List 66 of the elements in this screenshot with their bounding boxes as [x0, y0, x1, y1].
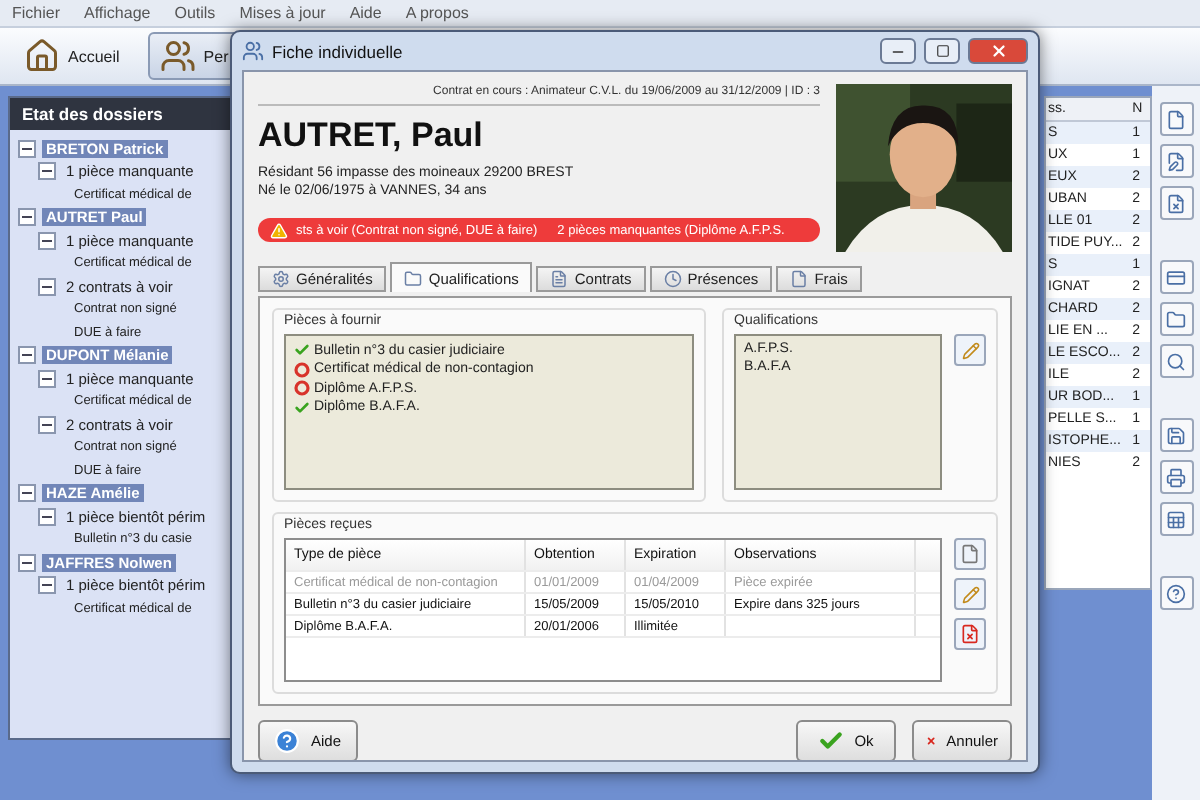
edit-icon — [1166, 151, 1186, 171]
new-button[interactable] — [954, 538, 986, 570]
menu-item[interactable]: A propos — [405, 4, 469, 22]
edit-button[interactable] — [954, 578, 986, 610]
document-icon — [960, 544, 980, 564]
toolbar-button[interactable]: Accueil — [12, 32, 132, 80]
collapse-toggle[interactable] — [18, 553, 36, 571]
minimize-button[interactable] — [880, 38, 916, 64]
window-title: Fiche individuelle — [272, 41, 405, 61]
warning-icon — [270, 221, 288, 239]
help-icon — [274, 728, 301, 754]
clock-icon — [663, 270, 682, 288]
collapse-toggle[interactable] — [18, 484, 36, 502]
tool-button[interactable] — [1159, 260, 1193, 294]
collapse-toggle[interactable] — [18, 346, 36, 364]
check-icon — [818, 728, 845, 754]
tool-button[interactable] — [1159, 186, 1193, 220]
maximize-icon — [935, 44, 949, 58]
delete-icon — [960, 624, 980, 644]
page-icon — [790, 270, 809, 288]
tool-button[interactable] — [1159, 576, 1193, 610]
house-icon — [24, 38, 60, 74]
tool-button[interactable] — [1159, 302, 1193, 336]
collapse-toggle[interactable] — [18, 208, 36, 226]
tool-button[interactable] — [1159, 144, 1193, 178]
tool-button[interactable] — [1159, 344, 1193, 378]
gear-icon — [272, 270, 290, 288]
panel-title: Etat des dossiers — [10, 98, 236, 130]
tool-button[interactable] — [1159, 102, 1193, 136]
menu-item[interactable]: Aide — [349, 4, 382, 22]
collapse-toggle[interactable] — [18, 139, 36, 157]
spreadsheet-icon — [1166, 509, 1186, 529]
pencil-icon — [961, 585, 979, 603]
collapse-toggle[interactable] — [38, 576, 56, 594]
tool-button[interactable] — [1159, 460, 1193, 494]
folder-icon — [1166, 309, 1186, 329]
help-icon — [1166, 583, 1186, 603]
edit-button[interactable] — [954, 334, 986, 366]
card-icon — [1166, 267, 1186, 287]
tool-button[interactable] — [1159, 418, 1193, 452]
collapse-toggle[interactable] — [38, 507, 56, 525]
collapse-toggle[interactable] — [38, 415, 56, 433]
collapse-toggle[interactable] — [38, 277, 56, 295]
close-button[interactable] — [968, 38, 1028, 64]
delete-button[interactable] — [954, 618, 986, 650]
menu-item[interactable]: Affichage — [84, 4, 151, 22]
collapse-toggle[interactable] — [38, 369, 56, 387]
menu-item[interactable]: Outils — [174, 4, 216, 22]
document-icon — [550, 270, 569, 288]
person-name: AUTRET, Paul — [258, 116, 485, 156]
print-icon — [1166, 467, 1186, 487]
folder-icon — [404, 269, 423, 287]
save-icon — [1166, 425, 1186, 445]
delete-icon — [1166, 193, 1186, 213]
collapse-toggle[interactable] — [38, 162, 56, 180]
tool-button[interactable] — [1159, 502, 1193, 536]
app-icon — [242, 40, 264, 62]
pencil-icon — [961, 341, 979, 359]
search-icon — [1166, 351, 1186, 371]
people-icon — [159, 38, 196, 74]
maximize-button[interactable] — [924, 38, 960, 64]
collapse-toggle[interactable] — [38, 231, 56, 249]
close-icon — [989, 42, 1007, 60]
menu-item[interactable]: Mises à jour — [239, 4, 326, 22]
menu-item[interactable]: Fichier — [12, 4, 61, 22]
new-document-icon — [1166, 109, 1186, 129]
